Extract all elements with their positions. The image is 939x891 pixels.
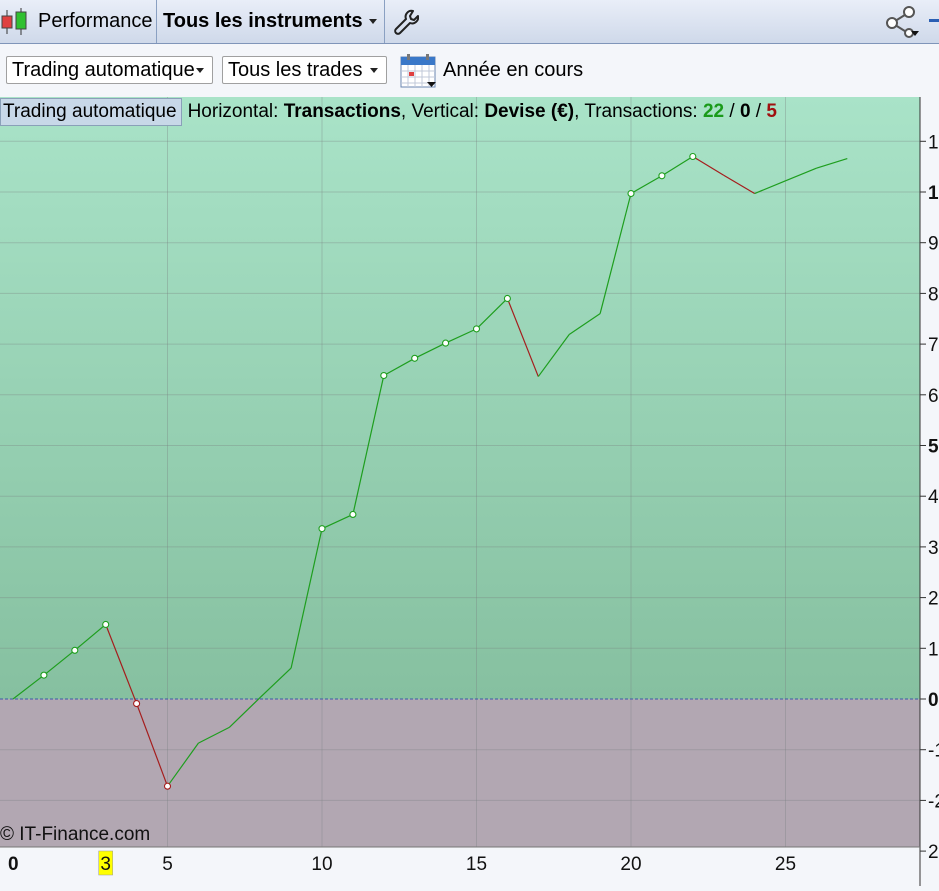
y-tick-label: 5: [928, 437, 939, 458]
minimize-icon[interactable]: [929, 19, 939, 22]
performance-tab[interactable]: Performance: [0, 0, 157, 43]
x-tick-label: 20: [620, 854, 641, 875]
data-point: [102, 620, 110, 629]
equity-chart-svg: 119876543210-1-22 03510152025: [0, 97, 939, 886]
losses-count: 5: [766, 101, 777, 122]
mode-dropdown-label: Trading automatique: [12, 58, 195, 81]
instruments-dropdown[interactable]: Tous les instruments: [157, 0, 385, 43]
y-tick-label: 6: [928, 386, 939, 407]
positive-area: [0, 97, 920, 699]
data-point: [411, 354, 419, 362]
data-point: [472, 325, 481, 333]
vertical-prefix: , Vertical:: [400, 101, 485, 122]
data-point: [627, 189, 635, 198]
y-tick-label: 0: [928, 690, 939, 711]
share-icon[interactable]: [884, 6, 924, 38]
toolbar: Performance Tous les instruments: [0, 0, 939, 44]
y-tick-label: 2: [928, 842, 939, 863]
separator: /: [724, 101, 740, 122]
period-label: Année en cours: [443, 59, 584, 81]
x-tick-label: 10: [311, 854, 332, 875]
horizontal-value: Transactions: [283, 101, 401, 122]
info-bar: Trading automatique Horizontal: Transact…: [0, 98, 777, 126]
y-tick-label: 7: [928, 335, 939, 356]
x-tick-label: 5: [162, 854, 173, 875]
trades-dropdown[interactable]: Tous les trades: [222, 56, 387, 84]
y-tick-label: 3: [928, 538, 939, 559]
horizontal-prefix: Horizontal:: [187, 101, 284, 122]
equity-chart: 119876543210-1-22 03510152025: [0, 97, 939, 886]
instruments-label: Tous les instruments: [163, 10, 363, 32]
neutral-count: 0: [739, 101, 751, 122]
data-point: [71, 646, 79, 654]
system-button[interactable]: Trading automatique: [0, 98, 182, 126]
data-point: [658, 172, 666, 180]
data-point: [689, 152, 697, 161]
x-tick-label: 25: [775, 854, 796, 875]
x-tick-label: 15: [466, 854, 487, 875]
wins-count: 22: [702, 101, 725, 122]
x-tick-label: 0: [8, 854, 19, 875]
data-point: [349, 510, 357, 519]
data-point: [40, 671, 48, 679]
y-tick-label: 1: [928, 183, 939, 204]
x-tick-label: 3: [100, 854, 111, 875]
data-point: [442, 339, 450, 347]
wrench-icon[interactable]: [393, 8, 419, 36]
data-point: [503, 294, 511, 303]
performance-label: Performance: [38, 10, 153, 32]
x-axis-ticks: 0 3 5 10 15 20 25: [8, 850, 796, 876]
y-tick-label: 9: [928, 234, 939, 255]
vertical-value: Devise (€): [484, 101, 575, 122]
y-axis-ticks: 1 1 9 8 7 6 5 4 3 2 1 0 -1 -2 2: [920, 132, 939, 863]
data-point: [318, 525, 326, 533]
y-tick-label: 2: [928, 589, 939, 610]
y-tick-label: 4: [928, 487, 939, 508]
y-tick-label: 8: [928, 284, 939, 305]
data-point: [133, 700, 141, 708]
system-label: Trading automatique: [3, 101, 177, 122]
chevron-down-icon: [368, 19, 377, 24]
trades-dropdown-label: Tous les trades: [228, 58, 363, 81]
candlestick-icon: [1, 8, 27, 35]
chart-info: Horizontal: Transactions, Vertical: Devi…: [188, 101, 777, 123]
separator: /: [750, 101, 767, 122]
copyright: © IT-Finance.com: [0, 824, 151, 845]
chevron-down-icon: [196, 67, 204, 73]
y-tick-label: 1: [928, 639, 939, 660]
y-tick-label: -1: [928, 741, 939, 762]
calendar-icon[interactable]: [400, 53, 438, 89]
data-point: [163, 782, 172, 790]
chevron-down-icon: [370, 67, 378, 73]
transactions-prefix: , Transactions:: [574, 101, 703, 122]
y-tick-label: 1: [928, 132, 939, 153]
data-point: [380, 371, 388, 380]
y-tick-label: -2: [928, 791, 939, 812]
mode-dropdown[interactable]: Trading automatique: [6, 56, 213, 84]
